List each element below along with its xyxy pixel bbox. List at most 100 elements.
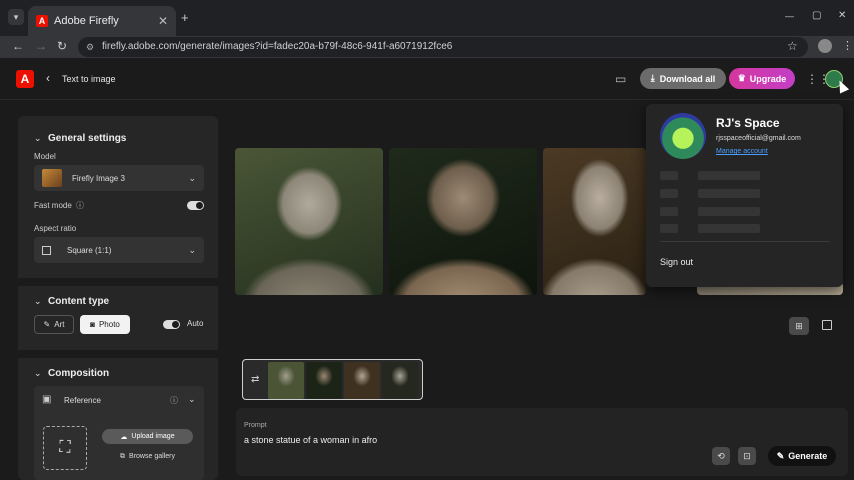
- reference-icon: ▣: [42, 394, 52, 405]
- grid-view-button[interactable]: ⊞: [789, 317, 809, 335]
- popup-divider: [660, 241, 830, 242]
- auto-label: Auto: [187, 319, 204, 328]
- browser-menu-icon[interactable]: ⋮: [842, 39, 853, 52]
- thumbnail-1[interactable]: [268, 362, 304, 399]
- back-arrow-icon[interactable]: ‹: [46, 71, 50, 85]
- composition-title[interactable]: Composition: [48, 368, 109, 379]
- app-header: A ‹ Text to image ▭ ⤓ Download all ♛ Upg…: [0, 58, 854, 100]
- generate-icon: ✎: [776, 450, 785, 461]
- browser-tab-bar: ▾ A Adobe Firefly ✕ + — ▢ ✕: [0, 0, 854, 36]
- upgrade-button[interactable]: ♛ Upgrade: [729, 68, 795, 89]
- maximize-button[interactable]: ▢: [812, 10, 821, 21]
- loading-placeholder: [660, 207, 678, 216]
- tab-title: Adobe Firefly: [54, 15, 119, 27]
- close-window-button[interactable]: ✕: [838, 10, 846, 21]
- loading-placeholder: [698, 171, 760, 180]
- aspect-ratio-label: Aspect ratio: [34, 224, 77, 233]
- loading-placeholder: [698, 189, 760, 198]
- download-icon: ⤓: [650, 73, 655, 83]
- history-button[interactable]: ⟲: [712, 447, 730, 465]
- page-title: Text to image: [62, 74, 116, 84]
- browse-gallery-label: Browse gallery: [129, 453, 175, 460]
- switch-reference-icon[interactable]: ⇄: [251, 374, 259, 385]
- thumbnail-2[interactable]: [306, 362, 342, 399]
- section-divider: [18, 350, 218, 358]
- reference-label: Reference: [64, 396, 101, 405]
- feedback-icon[interactable]: ▭: [615, 72, 626, 86]
- gift-icon: ♛: [737, 73, 746, 83]
- generated-image-1[interactable]: [235, 148, 383, 295]
- art-button[interactable]: ✎ Art: [34, 315, 74, 334]
- chevron-down-icon: ⌄: [188, 244, 196, 255]
- gallery-icon: ⧉: [120, 452, 126, 460]
- adobe-logo-icon[interactable]: A: [16, 70, 34, 88]
- general-settings-chevron-icon[interactable]: ⌄: [34, 133, 42, 144]
- photo-button[interactable]: ◙ Photo: [80, 315, 130, 334]
- model-select[interactable]: Firefly Image 3 ⌄: [34, 165, 204, 191]
- upload-image-label: Upload image: [131, 433, 175, 440]
- settings-panel: ⌄ General settings Model Firefly Image 3…: [18, 116, 218, 480]
- adobe-favicon-icon: A: [36, 15, 48, 27]
- tab-list-icon[interactable]: ▾: [8, 9, 24, 25]
- info-icon[interactable]: ⓘ: [170, 395, 178, 406]
- generated-image-2[interactable]: [389, 148, 537, 295]
- chevron-down-icon[interactable]: ⌄: [188, 394, 196, 405]
- section-divider: [18, 278, 218, 286]
- prompt-input[interactable]: a stone statue of a woman in afro: [244, 435, 377, 445]
- cloud-upload-icon: ☁: [120, 433, 128, 441]
- minimize-button[interactable]: —: [785, 11, 794, 21]
- model-thumbnail: [42, 169, 62, 187]
- fast-mode-toggle[interactable]: [187, 201, 204, 210]
- composition-chevron-icon[interactable]: ⌄: [34, 368, 42, 379]
- loading-placeholder: [660, 224, 678, 233]
- upload-image-button[interactable]: ☁ Upload image: [102, 429, 193, 444]
- aspect-ratio-value: Square (1:1): [67, 245, 112, 255]
- prompt-label: Prompt: [244, 422, 267, 429]
- bookmark-star-icon[interactable]: ☆: [787, 39, 798, 53]
- generate-button[interactable]: ✎ Generate: [768, 446, 836, 466]
- address-bar[interactable]: ⚙ firefly.adobe.com/generate/images?id=f…: [78, 37, 808, 57]
- thumbnail-4[interactable]: [382, 362, 418, 399]
- auto-toggle[interactable]: [163, 320, 180, 329]
- aspect-ratio-select[interactable]: Square (1:1) ⌄: [34, 237, 204, 263]
- thumbnail-3[interactable]: [344, 362, 380, 399]
- account-avatar: [660, 113, 706, 159]
- info-icon[interactable]: ⓘ: [76, 200, 84, 211]
- download-all-label: Download all: [659, 73, 716, 84]
- content-type-title[interactable]: Content type: [48, 296, 109, 307]
- reload-icon[interactable]: ↻: [57, 39, 67, 53]
- account-email: rjsspaceofficial@gmail.com: [716, 135, 801, 142]
- browser-tab[interactable]: A Adobe Firefly ✕: [28, 6, 176, 36]
- loading-placeholder: [698, 224, 760, 233]
- account-popup: RJ's Space rjsspaceofficial@gmail.com Ma…: [646, 104, 843, 287]
- image-upload-icon: ⛶: [59, 439, 71, 456]
- account-name: RJ's Space: [716, 116, 780, 130]
- forward-nav-icon[interactable]: →: [35, 39, 47, 53]
- loading-placeholder: [698, 207, 760, 216]
- manage-account-link[interactable]: Manage account: [716, 148, 768, 155]
- square-icon: [42, 245, 51, 255]
- general-settings-title[interactable]: General settings: [48, 133, 126, 144]
- tab-close-icon[interactable]: ✕: [158, 14, 168, 28]
- profile-icon[interactable]: [818, 39, 832, 53]
- browse-gallery-button[interactable]: ⧉ Browse gallery: [102, 449, 193, 464]
- site-info-icon[interactable]: ⚙: [86, 37, 94, 57]
- prompt-suggestions-button[interactable]: ⊡: [738, 447, 756, 465]
- sign-out-link[interactable]: Sign out: [660, 257, 693, 267]
- fast-mode-label: Fast mode: [34, 201, 72, 210]
- model-value: Firefly Image 3: [72, 173, 125, 183]
- new-tab-button[interactable]: +: [181, 10, 189, 25]
- loading-placeholder: [660, 171, 678, 180]
- photo-label: Photo: [98, 320, 120, 329]
- reference-panel: ▣ Reference ⓘ ⌄ ⛶ ☁ Upload image ⧉ Brows…: [34, 386, 204, 480]
- image-dropzone[interactable]: ⛶: [43, 426, 87, 470]
- generated-image-3[interactable]: [543, 148, 646, 295]
- download-all-button[interactable]: ⤓ Download all: [640, 68, 726, 89]
- single-view-button[interactable]: [822, 320, 832, 330]
- back-nav-icon[interactable]: ←: [12, 39, 24, 53]
- prompt-panel: Prompt a stone statue of a woman in afro: [236, 408, 848, 476]
- content-type-chevron-icon[interactable]: ⌄: [34, 296, 42, 307]
- url-text: firefly.adobe.com/generate/images?id=fad…: [102, 41, 453, 52]
- chevron-down-icon: ⌄: [188, 172, 196, 183]
- art-label: Art: [54, 320, 65, 329]
